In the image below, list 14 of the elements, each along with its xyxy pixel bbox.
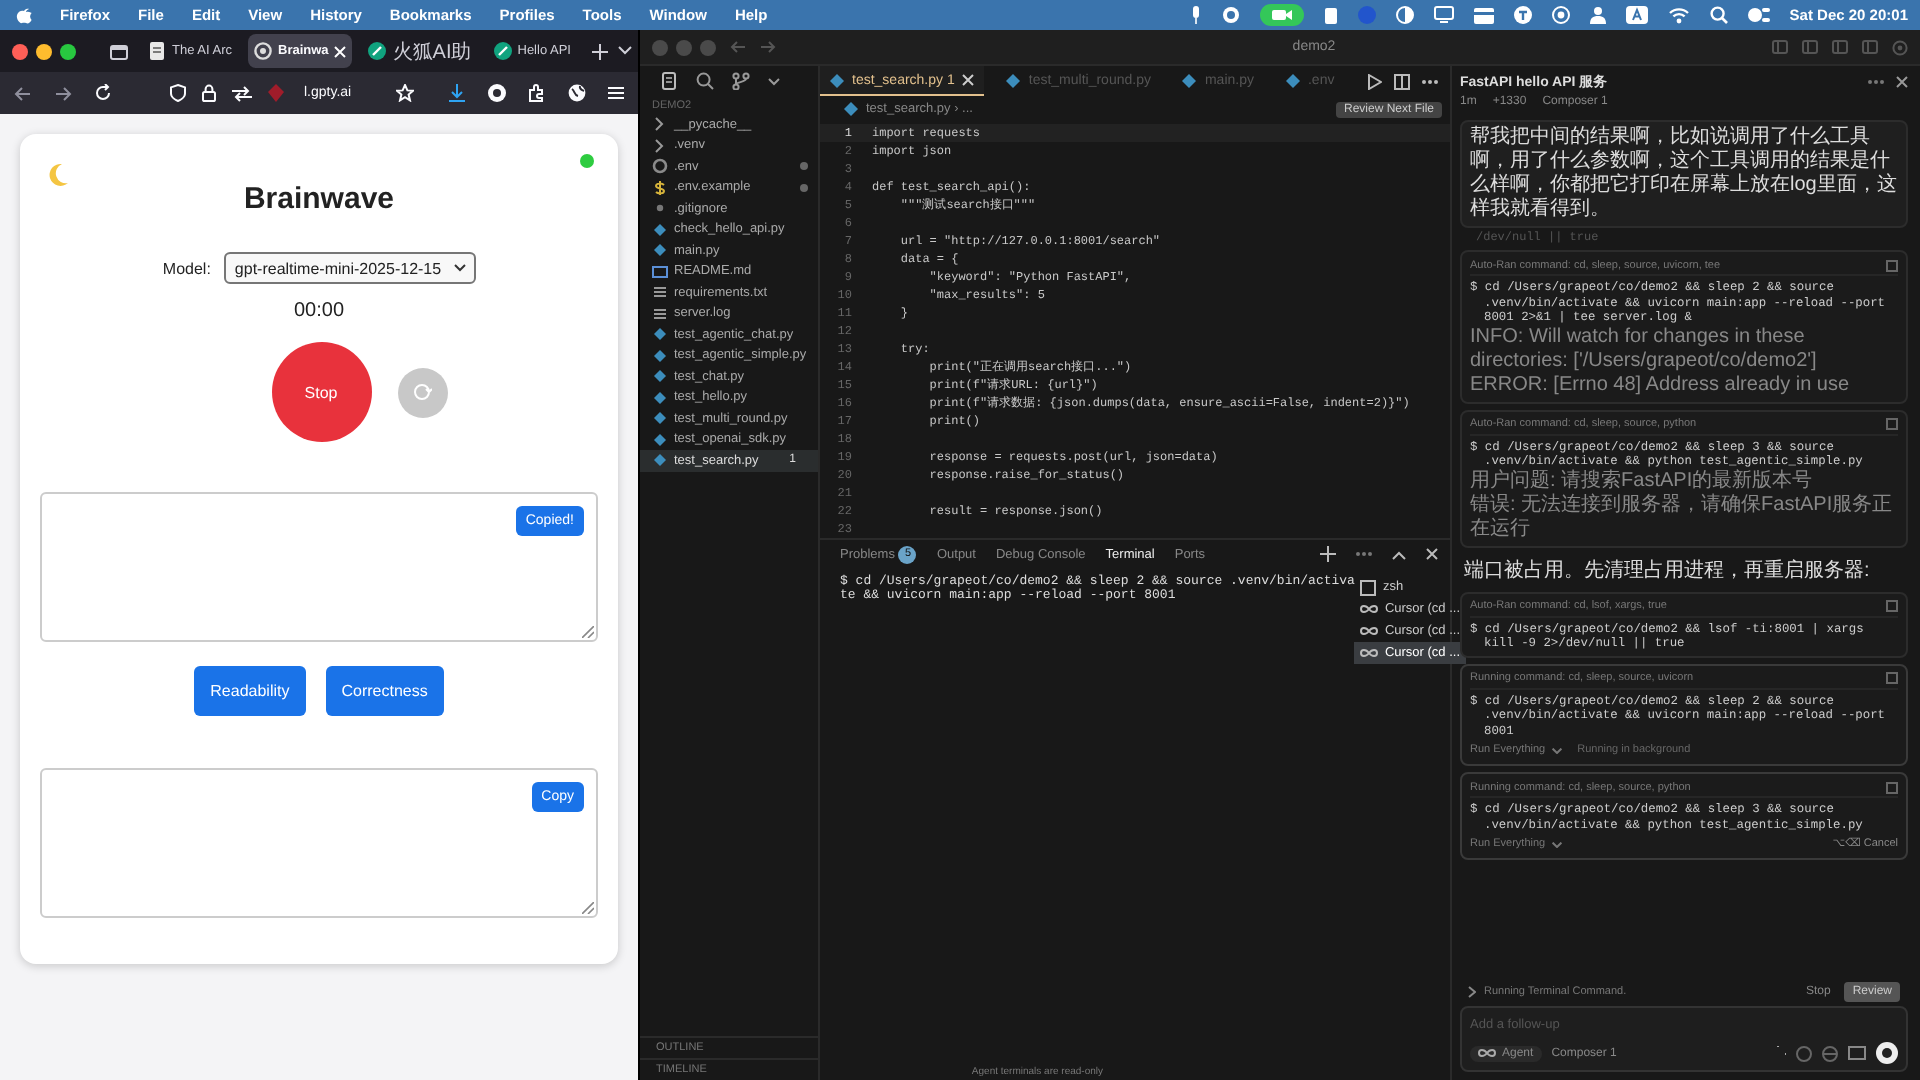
command-output: 错误: 无法连接到服务器，请确保FastAPI服务正在运行 [1470, 493, 1895, 541]
app-title: Brainwave [243, 182, 395, 216]
action-button[interactable]: Readability [194, 666, 306, 716]
action-button[interactable]: Correctness [325, 666, 444, 716]
command-output: 用户问题: 请搜索FastAPI的最新版本号 [1470, 469, 1815, 493]
record-button[interactable]: Stop [271, 342, 371, 442]
user-message: 帮我把中间的结果啊，比如说调用了什么工具啊，用了什么参数啊，这个工具调用的结果是什么样啊，你都把它打印在屏幕上放在log里面，这样我就看得到。 [1460, 120, 1908, 228]
browser-tab[interactable]: 火狐AI助 [362, 34, 478, 68]
assistant-message: 端口被占用。先清理占用进程，再重启服务器: [1462, 557, 1872, 585]
timer: 00:00 [293, 300, 345, 322]
command-output: ERROR: [Errno 48] Address already in use [1470, 373, 1852, 397]
model-label: Model: [162, 259, 211, 277]
model-dropdown[interactable]: gpt-realtime-mini-2025-12-15 [224, 252, 476, 284]
command-output: INFO: Will watch for changes in these directories: ['/Users/grapeot/co/demo2'] [1470, 325, 1819, 373]
